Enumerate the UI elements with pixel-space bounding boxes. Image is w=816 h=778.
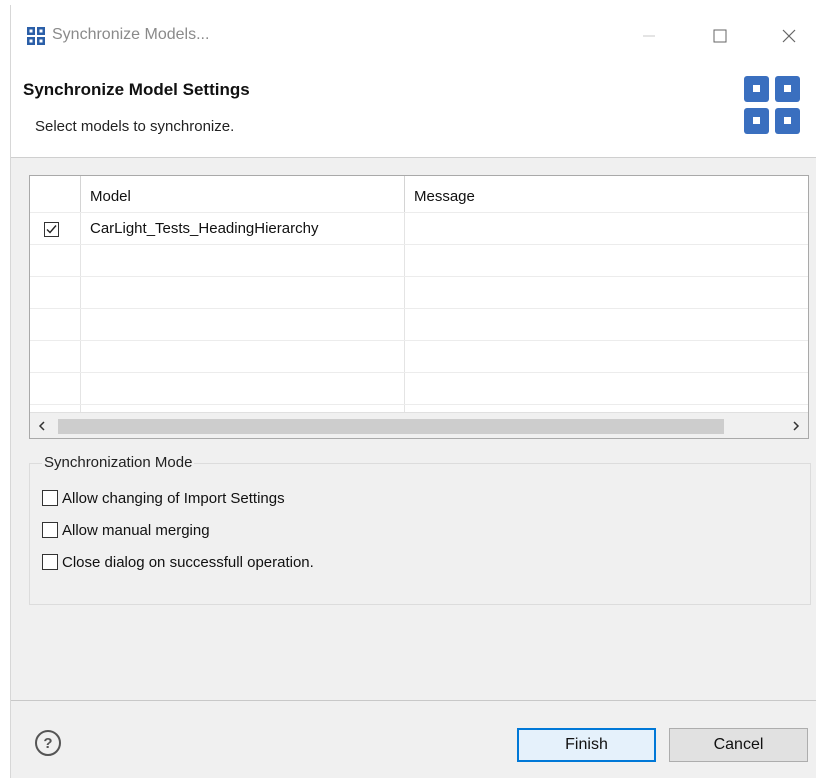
models-table[interactable]: Model Message CarLight_Tests_HeadingHier… xyxy=(29,175,809,439)
grid-line xyxy=(80,212,81,412)
column-separator[interactable] xyxy=(404,176,405,212)
title-bar: Synchronize Models... xyxy=(11,5,816,60)
column-separator[interactable] xyxy=(80,176,81,212)
model-name-cell: CarLight_Tests_HeadingHierarchy xyxy=(90,220,319,237)
minimize-button[interactable] xyxy=(627,19,671,53)
grid-line xyxy=(30,372,808,373)
help-icon: ? xyxy=(43,734,53,752)
grid-icon xyxy=(27,27,45,45)
scroll-left-button[interactable] xyxy=(32,417,52,435)
window-title: Synchronize Models... xyxy=(52,26,210,43)
maximize-button[interactable] xyxy=(698,19,742,53)
allow-import-settings-option[interactable]: Allow changing of Import Settings xyxy=(42,488,285,508)
grid-line xyxy=(30,308,808,309)
dialog-window: Synchronize Models... Synchronize Model … xyxy=(10,5,816,778)
grid-line xyxy=(30,276,808,277)
finish-button[interactable]: Finish xyxy=(517,728,656,762)
grid-line xyxy=(30,212,808,213)
column-header-model[interactable]: Model xyxy=(90,188,131,205)
grid-line xyxy=(404,212,405,412)
grid-line xyxy=(30,244,808,245)
allow-manual-merging-option[interactable]: Allow manual merging xyxy=(42,520,210,540)
maximize-icon xyxy=(713,29,727,43)
close-button[interactable] xyxy=(767,19,811,53)
allow-import-settings-checkbox[interactable] xyxy=(42,490,58,506)
row-checkbox[interactable] xyxy=(44,222,59,237)
column-header-message[interactable]: Message xyxy=(414,188,475,205)
scroll-right-button[interactable] xyxy=(786,417,806,435)
banner-subtitle: Select models to synchronize. xyxy=(35,118,235,135)
checkmark-icon xyxy=(46,225,57,234)
allow-manual-merging-checkbox[interactable] xyxy=(42,522,58,538)
help-button[interactable]: ? xyxy=(35,730,61,756)
grid-line xyxy=(30,404,808,405)
close-dialog-checkbox[interactable] xyxy=(42,554,58,570)
chevron-left-icon xyxy=(38,421,45,431)
synchronization-mode-group: Synchronization Mode Allow changing of I… xyxy=(29,454,811,605)
close-dialog-option[interactable]: Close dialog on successfull operation. xyxy=(42,552,314,572)
header-banner: Synchronize Model Settings Select models… xyxy=(11,60,816,158)
option-label: Close dialog on successfull operation. xyxy=(62,553,314,571)
banner-title: Synchronize Model Settings xyxy=(23,80,250,99)
option-label: Allow changing of Import Settings xyxy=(62,489,285,507)
grid-line xyxy=(30,340,808,341)
chevron-right-icon xyxy=(793,421,800,431)
group-label: Synchronization Mode xyxy=(42,454,195,471)
model-grid-icon xyxy=(744,76,800,134)
scroll-thumb[interactable] xyxy=(58,419,724,434)
horizontal-scrollbar[interactable] xyxy=(30,412,808,438)
footer-divider xyxy=(11,700,816,701)
close-icon xyxy=(782,29,796,43)
cancel-button[interactable]: Cancel xyxy=(669,728,808,762)
option-label: Allow manual merging xyxy=(62,521,210,539)
minimize-icon xyxy=(643,35,655,37)
